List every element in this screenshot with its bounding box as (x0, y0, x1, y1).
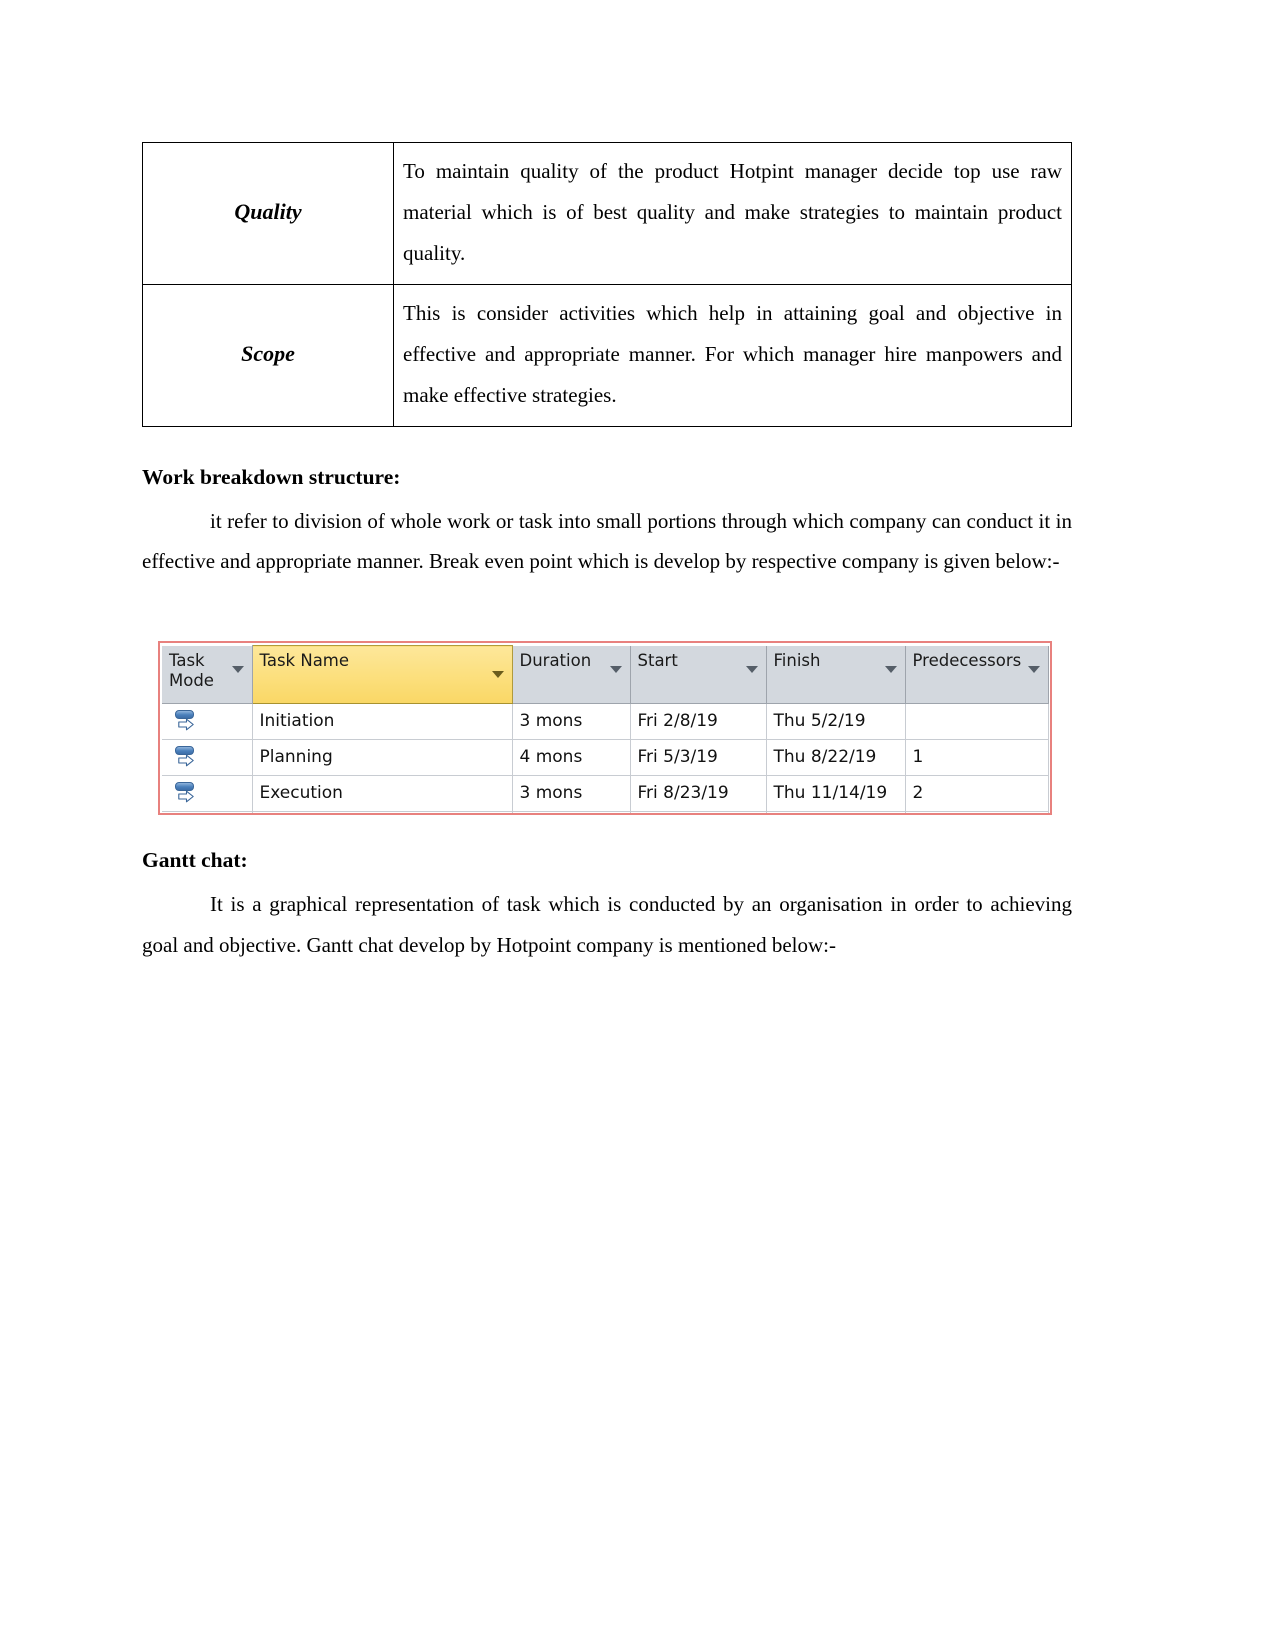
auto-schedule-icon-arrow (178, 718, 194, 731)
column-header-predecessors-label: Predecessors (912, 650, 1022, 670)
auto-schedule-icon (175, 709, 201, 735)
paragraph-work-breakdown-structure: it refer to division of whole work or ta… (142, 508, 1072, 574)
attribute-description-scope: This is consider activities which help i… (393, 283, 1072, 427)
cell-task-mode[interactable] (162, 775, 253, 812)
cell-task-name[interactable]: Closure (252, 811, 513, 813)
cell-start[interactable]: Fri 11/15/19 (630, 811, 767, 813)
cell-duration[interactable]: 3 mons (512, 703, 631, 740)
column-header-finish-label: Finish (773, 650, 821, 670)
attribute-label-quality: Quality (142, 142, 394, 285)
document-page: Quality To maintain quality of the produ… (0, 0, 1275, 1651)
chevron-down-icon[interactable] (884, 665, 897, 673)
table-row[interactable]: Initiation 3 mons Fri 2/8/19 Thu 5/2/19 (162, 703, 1049, 740)
cell-finish[interactable]: Thu 8/22/19 (766, 739, 906, 776)
table-row: Quality To maintain quality of the produ… (142, 142, 1072, 285)
attribute-table: Quality To maintain quality of the produ… (142, 142, 1072, 427)
column-header-task-mode[interactable]: Task Mode (162, 645, 253, 704)
cell-duration[interactable]: 4 mons (512, 739, 631, 776)
table-row: Scope This is consider activities which … (142, 283, 1072, 427)
auto-schedule-icon (175, 745, 201, 771)
heading-gantt-chat: Gantt chat: (142, 848, 248, 873)
cell-predecessors[interactable]: 3 (905, 811, 1049, 813)
project-task-table: Task Mode Task Name Duration Start Finis… (162, 645, 1049, 813)
attribute-label-scope: Scope (142, 283, 394, 427)
column-header-task-name-label: Task Name (259, 651, 350, 670)
cell-task-mode[interactable] (162, 739, 253, 776)
cell-predecessors[interactable]: 1 (905, 739, 1049, 776)
cell-duration[interactable]: 2 mons (512, 811, 631, 813)
cell-task-name[interactable]: Initiation (252, 703, 513, 740)
cell-start[interactable]: Fri 5/3/19 (630, 739, 767, 776)
paragraph-gantt-chat: It is a graphical representation of task… (142, 892, 1072, 958)
cell-predecessors[interactable] (905, 703, 1049, 740)
table-row[interactable]: Execution 3 mons Fri 8/23/19 Thu 11/14/1… (162, 775, 1049, 812)
table-row[interactable]: Closure 2 mons Fri 11/15/19 Thu 1/9/20 3 (162, 811, 1049, 813)
column-header-finish[interactable]: Finish (766, 645, 906, 704)
project-table-screenshot: Task Mode Task Name Duration Start Finis… (158, 641, 1052, 815)
cell-task-name[interactable]: Execution (252, 775, 513, 812)
table-row[interactable]: Planning 4 mons Fri 5/3/19 Thu 8/22/19 1 (162, 739, 1049, 776)
chevron-down-icon[interactable] (231, 665, 244, 673)
cell-finish[interactable]: Thu 11/14/19 (766, 775, 906, 812)
project-table-viewport: Task Mode Task Name Duration Start Finis… (162, 645, 1049, 813)
cell-task-mode[interactable] (162, 703, 253, 740)
project-table-header-row: Task Mode Task Name Duration Start Finis… (162, 645, 1049, 704)
chevron-down-icon[interactable] (609, 665, 622, 673)
column-header-duration-label: Duration (519, 650, 592, 670)
document-content: Quality To maintain quality of the produ… (142, 142, 1072, 966)
attribute-description-quality: To maintain quality of the product Hotpi… (393, 142, 1072, 285)
cell-task-name[interactable]: Planning (252, 739, 513, 776)
auto-schedule-icon-arrow (178, 790, 194, 803)
cell-duration[interactable]: 3 mons (512, 775, 631, 812)
chevron-down-icon[interactable] (1027, 665, 1040, 673)
cell-predecessors[interactable]: 2 (905, 775, 1049, 812)
cell-finish[interactable]: Thu 5/2/19 (766, 703, 906, 740)
column-header-start-label: Start (637, 650, 678, 670)
cell-start[interactable]: Fri 2/8/19 (630, 703, 767, 740)
chevron-down-icon[interactable] (491, 671, 504, 678)
column-header-duration[interactable]: Duration (512, 645, 631, 704)
chevron-down-icon[interactable] (745, 665, 758, 673)
column-header-task-name[interactable]: Task Name (251, 645, 513, 704)
column-header-start[interactable]: Start (630, 645, 767, 704)
heading-work-breakdown-structure: Work breakdown structure: (142, 464, 401, 489)
auto-schedule-icon (175, 781, 201, 807)
column-header-predecessors[interactable]: Predecessors (905, 645, 1049, 704)
auto-schedule-icon-arrow (178, 754, 194, 767)
cell-finish[interactable]: Thu 1/9/20 (766, 811, 906, 813)
cell-task-mode[interactable] (162, 811, 253, 813)
cell-start[interactable]: Fri 8/23/19 (630, 775, 767, 812)
